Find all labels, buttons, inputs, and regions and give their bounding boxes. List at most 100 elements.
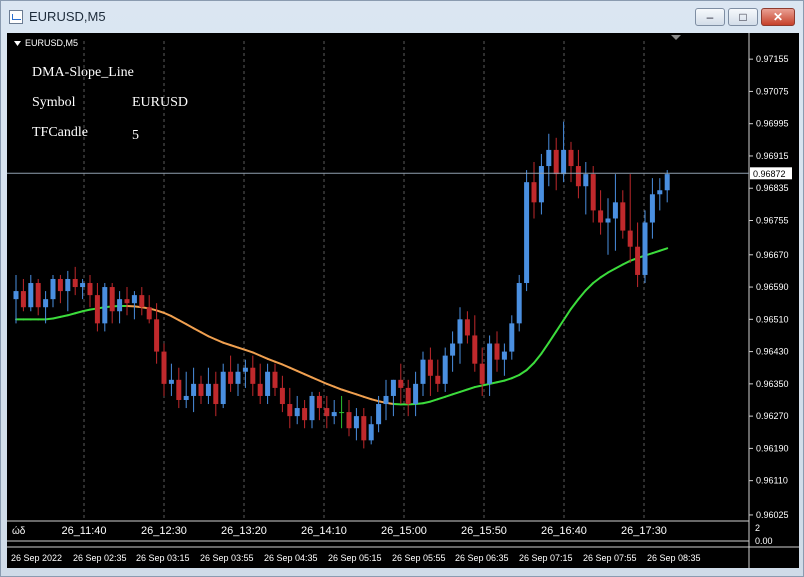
moving-average-segment <box>436 395 447 401</box>
candle-body <box>427 359 433 376</box>
date-tick-label: 26 Sep 02:35 <box>73 553 127 563</box>
moving-average-segment <box>325 382 336 388</box>
candle-body <box>612 202 618 219</box>
candle-body <box>479 363 485 384</box>
candle-body <box>575 166 581 187</box>
candle-body <box>546 149 552 167</box>
moving-average-segment <box>296 369 306 376</box>
candle-body <box>635 246 641 275</box>
moving-average-segment <box>52 315 62 320</box>
chart-symbol-label: EURUSD,M5 <box>25 38 78 48</box>
chart-shift-marker-icon[interactable] <box>671 35 681 40</box>
candle-body <box>339 412 345 414</box>
moving-average-segment <box>422 400 432 405</box>
candle-body <box>183 395 189 400</box>
date-tick-label: 26 Sep 07:55 <box>583 553 637 563</box>
moving-average-segment <box>200 331 210 338</box>
candle-body <box>80 283 86 288</box>
indicator-symbol-value: EURUSD <box>132 95 189 110</box>
price-tick-label: 0.96995 <box>756 119 789 129</box>
moving-average-segment <box>163 311 173 318</box>
candle-body <box>235 371 241 384</box>
chart-menu-icon[interactable] <box>14 41 21 46</box>
moving-average-segment <box>466 386 476 391</box>
candle-body <box>324 408 330 417</box>
minimize-button[interactable]: – <box>695 8 725 26</box>
candle-body <box>642 222 648 275</box>
moving-average-segment <box>348 390 358 396</box>
candle-body <box>598 210 604 223</box>
moving-average-segment <box>481 382 491 387</box>
candle-body <box>50 278 56 300</box>
moving-average-segment <box>281 363 291 369</box>
moving-average-segment <box>570 298 580 310</box>
indicator-timeframe-value: 5 <box>132 128 139 143</box>
price-tick-label: 0.96190 <box>756 443 789 453</box>
candle-body <box>442 355 448 384</box>
moving-average-segment <box>621 259 632 266</box>
moving-average-segment <box>562 307 572 322</box>
maximize-icon: □ <box>739 10 747 24</box>
maximize-button[interactable]: □ <box>728 8 758 26</box>
moving-average-segment <box>311 376 321 382</box>
candle-body <box>109 287 115 312</box>
candle-body <box>501 351 507 360</box>
close-button[interactable]: ✕ <box>761 8 795 26</box>
candle-body <box>316 395 322 409</box>
moving-average-segment <box>547 330 558 344</box>
time-tick-label: 26_13:20 <box>221 525 267 537</box>
candle-body <box>531 182 537 203</box>
candle-body <box>331 412 337 417</box>
candle-body <box>65 278 71 292</box>
candle-body <box>620 202 626 231</box>
moving-average-segment <box>288 366 299 372</box>
candle-body <box>87 283 93 296</box>
candle-body <box>154 319 160 352</box>
candle-body <box>605 218 611 223</box>
price-tick-label: 0.96670 <box>756 250 789 260</box>
candle-body <box>198 383 204 396</box>
moving-average-segment <box>592 276 602 285</box>
candle-body <box>272 371 278 388</box>
title-bar[interactable]: EURUSD,M5 – □ ✕ <box>1 1 803 33</box>
candle-body <box>590 174 596 211</box>
candle-body <box>383 395 389 405</box>
candle-body <box>309 395 315 421</box>
candle-body <box>413 383 419 405</box>
chart-window-icon <box>9 10 23 24</box>
time-tick-label: 26_15:00 <box>381 525 427 537</box>
moving-average-segment <box>222 341 232 347</box>
moving-average-segment <box>244 348 254 354</box>
candlestick-series <box>13 121 670 449</box>
candle-body <box>405 387 411 405</box>
time-tick-label: 26_15:50 <box>461 525 507 537</box>
moving-average-segment <box>496 379 506 384</box>
time-tick-label: 26_16:40 <box>541 525 587 537</box>
candle-body <box>435 375 441 384</box>
moving-average-segment <box>74 310 84 315</box>
moving-average-segment <box>658 247 669 252</box>
candle-body <box>583 174 589 187</box>
moving-average-segment <box>525 361 535 372</box>
price-tick-label: 0.96835 <box>756 183 789 193</box>
moving-average-segment <box>577 289 587 301</box>
candle-body <box>627 230 633 247</box>
moving-average-segment <box>333 385 343 391</box>
candle-body <box>353 416 359 429</box>
moving-average-segment <box>533 352 543 364</box>
moving-average-segment <box>510 373 521 380</box>
candle-body <box>457 319 463 344</box>
chart-area[interactable]: 0.97155 0.97075 0.96995 0.96915 0.96835 0.967… <box>7 33 799 568</box>
moving-average-segment <box>355 393 365 398</box>
moving-average-segment <box>451 390 461 396</box>
price-chart[interactable]: 0.97155 0.97075 0.96995 0.96915 0.96835 0.967… <box>7 33 799 568</box>
candle-body <box>139 295 145 308</box>
candle-body <box>346 412 352 429</box>
price-tick-label: 0.96350 <box>756 379 789 389</box>
date-tick-label: 26 Sep 07:15 <box>519 553 573 563</box>
date-tick-label: 26 Sep 03:55 <box>200 553 254 563</box>
candle-body <box>294 408 300 417</box>
date-tick-label: 26 Sep 03:15 <box>136 553 190 563</box>
date-tick-label: 26 Sep 05:55 <box>392 553 446 563</box>
price-tick-label: 0.97155 <box>756 54 789 64</box>
